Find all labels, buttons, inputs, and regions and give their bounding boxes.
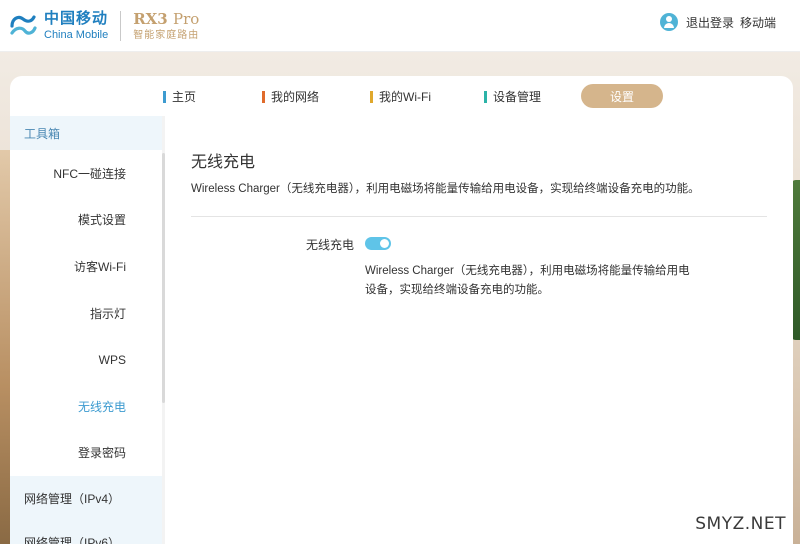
- nav-tab-label: 我的Wi-Fi: [379, 90, 431, 104]
- user-area: 退出登录 移动端: [659, 13, 776, 31]
- main-card: 主页 我的网络 我的Wi-Fi 设备管理 设置 工具箱 NFC一碰连接 模式设置…: [10, 76, 793, 544]
- sidebar-item-nfc[interactable]: NFC一碰连接: [10, 150, 162, 197]
- nav-marker: [262, 90, 265, 103]
- brand-divider: [120, 11, 122, 41]
- nav-tab-settings[interactable]: 设置: [581, 84, 663, 108]
- top-nav: 主页 我的网络 我的Wi-Fi 设备管理 设置: [10, 76, 793, 116]
- sidebar-scroll-thumb[interactable]: [162, 153, 165, 403]
- page-title: 无线充电: [191, 154, 256, 171]
- brand-name-en: China Mobile: [44, 29, 109, 41]
- sidebar-item-wps[interactable]: WPS: [10, 336, 162, 383]
- sidebar-group-network-ipv4[interactable]: 网络管理（IPv4）: [10, 476, 162, 521]
- sidebar-item-mode-settings[interactable]: 模式设置: [10, 197, 162, 244]
- nav-marker: [370, 90, 373, 103]
- watermark: SMYZ.NET: [695, 514, 786, 534]
- sidebar-group-network-ipv6[interactable]: 网络管理（IPv6）: [10, 520, 162, 544]
- wireless-charging-toggle[interactable]: [365, 237, 391, 250]
- sidebar-item-guest-wifi[interactable]: 访客Wi-Fi: [10, 243, 162, 290]
- nav-tab-my-network[interactable]: 我的网络: [262, 88, 319, 105]
- product-label: RX3 Pro 智能家庭路由: [133, 9, 200, 41]
- sidebar-item-indicator-light[interactable]: 指示灯: [10, 290, 162, 337]
- page-description: Wireless Charger（无线充电器），利用电磁场将能量传输给用电设备，…: [191, 183, 700, 195]
- nav-tab-home[interactable]: 主页: [163, 88, 196, 105]
- brand-area: 中国移动 China Mobile RX3 Pro 智能家庭路由: [8, 6, 199, 46]
- product-name: RX3: [133, 9, 168, 28]
- setting-label: 无线充电: [306, 238, 355, 252]
- product-suffix: Pro: [172, 9, 200, 28]
- nav-tab-label: 我的网络: [271, 90, 320, 104]
- logout-link[interactable]: 退出登录: [686, 14, 734, 31]
- nav-marker: [163, 90, 166, 103]
- top-header: 中国移动 China Mobile RX3 Pro 智能家庭路由 退出登录 移动…: [0, 0, 800, 52]
- nav-tab-device-management[interactable]: 设备管理: [484, 88, 541, 105]
- user-name: 移动端: [739, 15, 776, 30]
- nav-tab-label: 主页: [172, 90, 197, 104]
- content-divider: [191, 216, 767, 217]
- content-panel: 无线充电 Wireless Charger（无线充电器），利用电磁场将能量传输给…: [191, 116, 771, 296]
- sidebar-item-wireless-charging[interactable]: 无线充电: [10, 383, 162, 430]
- user-avatar-icon: [659, 13, 678, 31]
- brand-name-cn: 中国移动: [44, 10, 109, 27]
- nav-marker: [484, 90, 487, 103]
- china-mobile-logo-icon: [10, 15, 37, 35]
- sidebar-group-toolbox[interactable]: 工具箱: [10, 116, 162, 150]
- nav-tab-label: 设备管理: [493, 90, 542, 104]
- setting-help-text: Wireless Charger（无线充电器），利用电磁场将能量传输给用电设备，…: [365, 265, 690, 296]
- settings-sidebar: 工具箱 NFC一碰连接 模式设置 访客Wi-Fi 指示灯 WPS 无线充电 登录…: [10, 116, 162, 544]
- product-subtitle: 智能家庭路由: [133, 29, 200, 41]
- nav-tab-my-wifi[interactable]: 我的Wi-Fi: [370, 88, 431, 105]
- sidebar-item-login-password[interactable]: 登录密码: [10, 430, 162, 477]
